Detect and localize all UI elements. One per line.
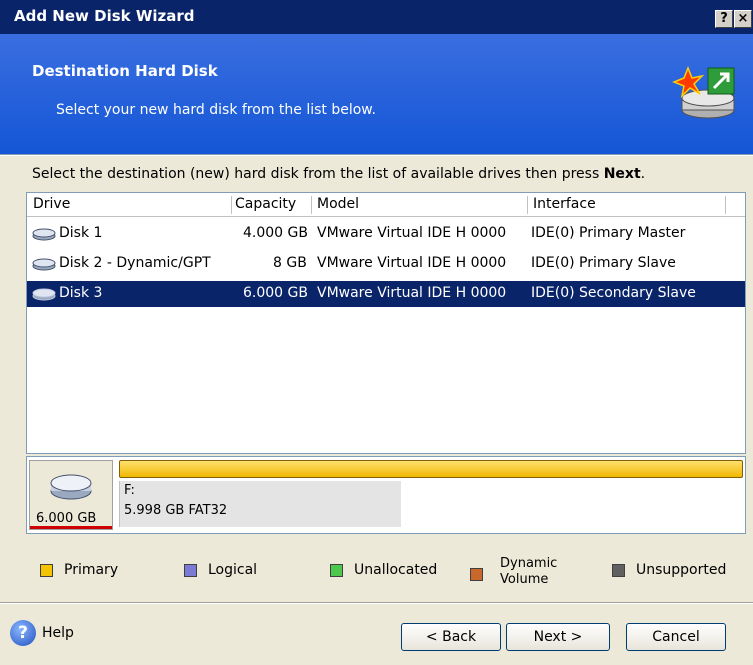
cell-drive: Disk 2 - Dynamic/GPT [59,255,211,271]
col-capacity[interactable]: Capacity [235,196,296,212]
legend-label: Primary [64,562,119,578]
new-disk-wizard-icon [672,65,735,119]
hard-disk-icon [50,474,92,500]
unsupported-swatch [612,564,625,577]
cell-interface: IDE(0) Primary Slave [531,255,676,271]
col-model[interactable]: Model [317,196,359,212]
list-row-disk-3[interactable]: Disk 3 6.000 GB VMware Virtual IDE H 000… [27,281,745,307]
col-drive[interactable]: Drive [33,196,70,212]
cancel-button[interactable]: Cancel [626,623,726,651]
header-divider [0,154,753,156]
legend-label: Dynamic [500,556,558,571]
primary-swatch [40,564,53,577]
instruction-next: Next [603,166,641,182]
legend-label: Unallocated [354,562,438,578]
cell-capacity: 4.000 GB [243,225,308,241]
cell-capacity: 6.000 GB [243,285,308,301]
header-title: Destination Hard Disk [32,62,218,80]
list-row-disk-2[interactable]: Disk 2 - Dynamic/GPT 8 GB VMware Virtual… [27,251,745,277]
cell-drive: Disk 3 [59,285,103,301]
partition-block[interactable]: F: 5.998 GB FAT32 [119,481,401,527]
drive-list[interactable]: Drive Capacity Model Interface Disk 1 4.… [26,192,746,454]
partition-letter: F: [124,483,135,498]
cell-model: VMware Virtual IDE H 0000 [317,225,507,241]
disk-map-drive[interactable]: 6.000 GB [29,460,113,530]
cell-interface: IDE(0) Secondary Slave [531,285,696,301]
close-button[interactable]: × [734,10,752,28]
title-help-button[interactable]: ? [715,10,733,28]
list-header: Drive Capacity Model Interface [27,193,745,217]
legend-label: Unsupported [636,562,727,578]
cell-drive: Disk 1 [59,225,103,241]
col-divider[interactable] [231,196,232,214]
col-divider[interactable] [725,196,726,214]
legend-label-line2: Volume [500,572,549,587]
window-titlebar: Add New Disk Wizard ? × [0,0,753,34]
header-subtitle: Select your new hard disk from the list … [56,102,376,118]
col-interface[interactable]: Interface [533,196,596,212]
disk-capacity: 6.000 GB [36,511,97,526]
instruction-end: . [640,166,646,182]
col-divider[interactable] [311,196,312,214]
logical-swatch [184,564,197,577]
help-link[interactable]: Help [42,625,74,641]
back-button[interactable]: < Back [401,623,501,651]
cell-interface: IDE(0) Primary Master [531,225,686,241]
help-icon[interactable]: ? [10,620,36,646]
dynamic-swatch [470,568,483,581]
unallocated-swatch [330,564,343,577]
col-divider[interactable] [527,196,528,214]
instruction-text: Select the destination (new) hard disk f… [32,166,645,182]
primary-partition-bar[interactable] [119,460,743,478]
wizard-header: Destination Hard Disk Select your new ha… [0,34,753,154]
footer-divider [0,602,753,604]
hard-disk-icon [32,228,56,241]
next-button[interactable]: Next > [506,623,610,651]
hard-disk-icon [32,288,56,301]
cell-capacity: 8 GB [273,255,307,271]
partition-info: 5.998 GB FAT32 [124,503,228,518]
cell-model: VMware Virtual IDE H 0000 [317,255,507,271]
list-row-disk-1[interactable]: Disk 1 4.000 GB VMware Virtual IDE H 000… [27,221,745,247]
instruction-main: Select the destination (new) hard disk f… [32,166,604,182]
legend-label: Logical [208,562,258,578]
disk-underline [30,526,112,529]
disk-map: 6.000 GB F: 5.998 GB FAT32 [26,456,746,534]
cell-model: VMware Virtual IDE H 0000 [317,285,507,301]
partition-legend: Primary Logical Unallocated Dynamic Volu… [0,556,753,596]
window-title: Add New Disk Wizard [14,7,195,25]
hard-disk-icon [32,258,56,271]
